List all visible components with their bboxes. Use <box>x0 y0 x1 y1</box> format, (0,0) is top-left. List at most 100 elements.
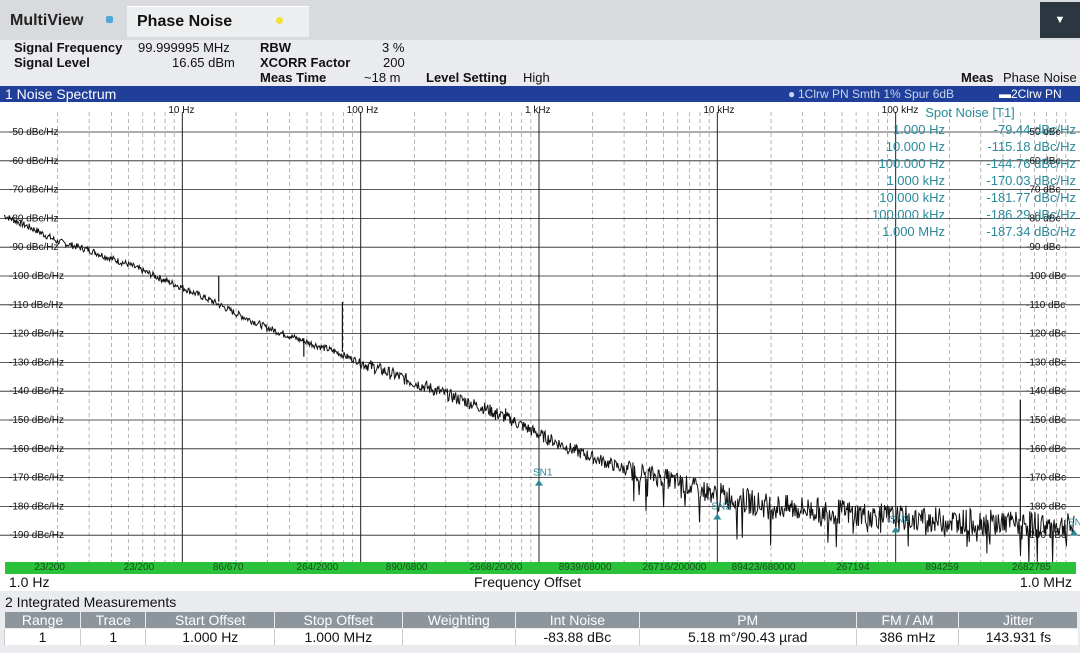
table-cell: 1.000 Hz <box>145 628 275 645</box>
spot-noise-frequency: 100.000 Hz <box>878 156 946 171</box>
table-cell: 5.18 m°/90.43 µrad <box>638 628 857 645</box>
x-axis-label: Frequency Offset <box>474 574 582 590</box>
spot-noise-frequency: 100.000 kHz <box>872 207 945 222</box>
y-tick-label-right: -120 dBc <box>1026 329 1066 340</box>
noise-spectrum-title-bar[interactable]: 1 Noise Spectrum ● 1Clrw PN Smth 1% Spur… <box>0 86 1080 102</box>
y-tick-label-left: -90 dBc/Hz <box>9 242 58 253</box>
y-tick-label-left: -110 dBc/Hz <box>9 300 63 311</box>
y-tick-label-right: -110 dBc <box>1026 300 1065 311</box>
y-tick-label-left: -180 dBc/Hz <box>9 501 64 512</box>
y-tick-label-left: -100 dBc/Hz <box>9 271 64 282</box>
x-tick-label: 100 Hz <box>347 105 379 116</box>
y-tick-label-left: -130 dBc/Hz <box>9 357 64 368</box>
segment-label: 264/2000 <box>296 562 339 573</box>
marker-triangle <box>535 479 543 486</box>
column-header[interactable]: Stop Offset <box>274 611 403 629</box>
x-tick-label: 1 kHz <box>525 105 551 116</box>
segment-label: 894259 <box>925 562 959 573</box>
column-header[interactable]: Int Noise <box>515 611 640 629</box>
pane-title: 1 Noise Spectrum <box>5 86 117 102</box>
x-stop-label: 1.0 MHz <box>1019 574 1072 590</box>
column-header[interactable]: Range <box>3 611 82 629</box>
signal-frequency-value: 99.999995 MHz <box>138 40 230 55</box>
tab-multiview[interactable]: MultiView <box>0 6 94 36</box>
xcorr-value: 200 <box>383 55 405 70</box>
x-start-label: 1.0 Hz <box>9 574 50 590</box>
column-header[interactable]: Weighting <box>401 611 517 629</box>
y-tick-label-left: -160 dBc/Hz <box>9 444 64 455</box>
segment-label: 26716/200000 <box>642 562 707 573</box>
multiview-indicator-icon <box>106 16 113 23</box>
spot-noise-row: 1.000 kHz -170.03 dBc/Hz <box>862 172 1078 189</box>
trace1-indicator-icon: ● <box>788 87 796 101</box>
y-tick-label-left: -60 dBc/Hz <box>9 156 58 167</box>
integrated-measurements-title[interactable]: 2 Integrated Measurements <box>0 594 1080 611</box>
level-setting-label: Level Setting <box>426 70 507 85</box>
level-setting-value: High <box>523 70 550 85</box>
y-tick-label-left: -50 dBc/Hz <box>9 127 58 138</box>
table-cell: 1.000 MHz <box>274 628 403 645</box>
segment-label: 23/200 <box>34 562 65 573</box>
x-tick-label: 10 kHz <box>703 105 734 116</box>
tab-phase-noise-label: Phase Noise <box>137 13 233 30</box>
rbw-value: 3 % <box>382 40 405 55</box>
spot-noise-frequency: 10.000 kHz <box>879 190 945 205</box>
segment-label: 2682785 <box>1011 562 1051 573</box>
x-axis-row: 1.0 Hz Frequency Offset 1.0 MHz <box>0 574 1080 591</box>
marker-label: SN1 <box>533 468 553 479</box>
spot-noise-value: -187.34 dBc/Hz <box>986 224 1076 239</box>
spot-noise-frequency: 1.000 Hz <box>892 122 945 137</box>
x-tick-label: 10 Hz <box>168 105 194 116</box>
y-tick-label-left: -190 dBc/Hz <box>9 530 64 541</box>
meas-label: Meas <box>961 70 994 85</box>
spot-noise-frequency: 1.000 kHz <box>886 173 945 188</box>
rbw-segment-bar: 23/200 23/200 86/670 264/2000 890/6800 2668/2… <box>5 562 1076 574</box>
spot-noise-row: 10.000 kHz -181.77 dBc/Hz <box>862 189 1078 206</box>
tab-multiview-label: MultiView <box>10 12 84 29</box>
spot-noise-row: 100.000 Hz -144.76 dBc/Hz <box>862 155 1078 172</box>
meas-value: Phase Noise <box>1003 70 1077 85</box>
trace1-info: 1Clrw PN Smth 1% Spur 6dB <box>798 87 955 101</box>
y-tick-label-left: -70 dBc/Hz <box>9 185 58 196</box>
table-cell: 1 <box>3 628 81 645</box>
signal-frequency-label: Signal Frequency <box>14 40 123 55</box>
y-tick-label-right: -130 dBc <box>1026 357 1066 368</box>
segment-label: 267194 <box>836 562 870 573</box>
spot-noise-row: 1.000 MHz -187.34 dBc/Hz <box>862 223 1078 240</box>
y-tick-label-right: -170 dBc <box>1026 473 1066 484</box>
marker-label: SN3 <box>890 515 910 526</box>
column-header[interactable]: FM / AM <box>855 611 960 629</box>
column-header[interactable]: PM <box>638 611 857 629</box>
segment-label: 890/6800 <box>385 562 428 573</box>
signal-level-label: Signal Level <box>14 55 90 70</box>
table-cell: 386 mHz <box>855 628 959 645</box>
trace2-indicator-icon: ▬ <box>999 87 1011 101</box>
column-header[interactable]: Trace <box>80 611 147 629</box>
y-tick-label-left: -150 dBc/Hz <box>9 415 64 426</box>
segment-label: 89423/680000 <box>731 562 796 573</box>
column-header[interactable]: Start Offset <box>145 611 276 629</box>
trace2-info: 2Clrw PN <box>1011 87 1062 101</box>
rbw-label: RBW <box>260 40 292 55</box>
spot-noise-value: -170.03 dBc/Hz <box>986 173 1076 188</box>
marker-label: SN2 <box>711 501 731 512</box>
table-cell <box>401 628 516 645</box>
y-tick-label-right: -100 dBc <box>1026 271 1066 282</box>
column-header[interactable]: Jitter <box>958 611 1078 629</box>
spot-noise-row: 1.000 Hz -79.44 dBc/Hz <box>862 121 1078 138</box>
y-tick-label-left: -170 dBc/Hz <box>9 473 64 484</box>
y-tick-label-right: -90 dBc <box>1026 242 1060 253</box>
y-tick-label-right: -180 dBc <box>1026 501 1066 512</box>
spot-noise-frequency: 1.000 MHz <box>882 224 945 239</box>
spot-noise-value: -115.18 dBc/Hz <box>987 139 1076 154</box>
xcorr-label: XCORR Factor <box>260 55 351 70</box>
table-cell: 1 <box>80 628 146 645</box>
table-cell: -83.88 dBc <box>515 628 640 645</box>
table-row[interactable]: 1 1 1.000 Hz 1.000 MHz -83.88 dBc 5.18 m°/90.… <box>3 628 1078 645</box>
spot-noise-value: -144.76 dBc/Hz <box>986 156 1076 171</box>
menu-dropdown-button[interactable]: ▼ <box>1040 2 1080 38</box>
y-tick-label-left: -140 dBc/Hz <box>9 386 64 397</box>
marker-label: SN4 <box>1068 518 1080 529</box>
meas-time-label: Meas Time <box>260 70 327 85</box>
segment-label: 2668/20000 <box>469 562 523 573</box>
